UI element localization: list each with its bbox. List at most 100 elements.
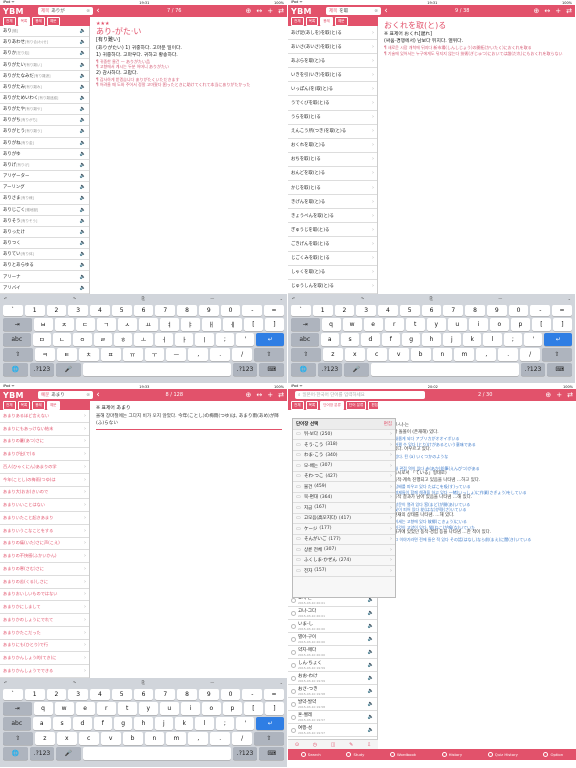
key-2-2[interactable]: ㄴ bbox=[52, 333, 72, 346]
list-item[interactable]: じゅうしんを取(と)る › bbox=[288, 280, 377, 294]
search-filter[interactable]: 예문 bbox=[41, 392, 49, 398]
key-1-9[interactable]: ㅐ bbox=[201, 318, 221, 331]
key-3-3[interactable]: c bbox=[78, 732, 99, 745]
key-0-0[interactable]: ` bbox=[3, 689, 23, 700]
tab-3[interactable]: 예문 bbox=[46, 17, 60, 26]
list-item[interactable]: あまりの苦(くる)しさに › bbox=[0, 576, 89, 589]
list-item[interactable]: あまりあるほど言えない › bbox=[0, 410, 89, 423]
checkbox[interactable] bbox=[291, 610, 296, 616]
wordbook-item[interactable]: ▭ そう·こう (318) › bbox=[293, 440, 395, 451]
nav-history[interactable]: History bbox=[441, 752, 462, 757]
speaker-icon[interactable]: 🔈 bbox=[80, 50, 86, 56]
list-item[interactable]: きょうべんを取(と)る › bbox=[288, 209, 377, 224]
list-item[interactable]: 百人(ひゃくにん)あまりの学 › bbox=[0, 461, 89, 474]
tab-3[interactable]: 단어 분류 bbox=[345, 401, 367, 410]
keyboard-tool-icon[interactable]: ↶ bbox=[4, 680, 7, 685]
list-item[interactable]: おちを取(と)る › bbox=[288, 153, 377, 167]
add-icon[interactable]: + bbox=[267, 391, 273, 399]
tab-1[interactable]: 목록 bbox=[305, 401, 319, 410]
key-0-11[interactable]: - bbox=[242, 305, 263, 316]
list-action-icon[interactable]: ✎ bbox=[349, 742, 353, 748]
key-0-2[interactable]: 2 bbox=[334, 305, 355, 316]
list-item[interactable]: あまりかのしょうにでれて › bbox=[0, 614, 89, 627]
wordbook-item[interactable]: ▭ ケージ (177) › bbox=[293, 524, 395, 535]
speaker-icon[interactable]: 🔈 bbox=[80, 39, 86, 45]
key-1-9[interactable]: o bbox=[489, 318, 509, 331]
key-1-12[interactable]: ] bbox=[552, 318, 572, 331]
list-item[interactable]: あまりかんしょうでできる › bbox=[0, 665, 89, 678]
key-2-5[interactable]: g bbox=[113, 717, 133, 730]
list-item[interactable]: あいさ(あいさ)を取(と)る › bbox=[288, 40, 377, 55]
history-item[interactable]: おさ-つき 2015-03-10 19:58 🔈 bbox=[288, 685, 377, 698]
back-arrow-icon[interactable]: ‹ bbox=[93, 390, 103, 400]
audio-icon[interactable]: ⊕ bbox=[246, 391, 252, 399]
checkbox[interactable] bbox=[291, 675, 296, 681]
key-1-12[interactable]: ] bbox=[264, 702, 284, 715]
list-item[interactable]: ありがたい[有り難い] 🔈 bbox=[0, 59, 89, 71]
key-3-8[interactable]: , bbox=[476, 348, 497, 361]
checkbox[interactable] bbox=[291, 688, 296, 694]
search-input[interactable]: 예문 あまり ⊗ bbox=[38, 391, 93, 399]
key-2-5[interactable]: g bbox=[401, 333, 421, 346]
keyboard-tool-icon[interactable]: ⎘ bbox=[142, 296, 145, 301]
key-4-4[interactable]: .?123 bbox=[232, 747, 258, 760]
list-item[interactable]: ありがたや[有り難や] 🔈 bbox=[0, 104, 89, 116]
list-item[interactable]: ありそう[有りそう] 🔈 bbox=[0, 216, 89, 227]
key-1-4[interactable]: r bbox=[384, 318, 404, 331]
list-item[interactable]: あまりかたこだった › bbox=[0, 627, 89, 640]
nav-option[interactable]: Option bbox=[543, 752, 563, 757]
key-1-4[interactable]: ㄱ bbox=[96, 318, 116, 331]
key-0-2[interactable]: 2 bbox=[46, 689, 67, 700]
list-action-icon[interactable]: ◷ bbox=[313, 742, 317, 748]
checkbox[interactable] bbox=[291, 649, 296, 655]
list-item[interactable]: あまりおいしいものではない › bbox=[0, 589, 89, 602]
key-0-8[interactable]: 8 bbox=[465, 305, 485, 316]
list-item[interactable]: じごくみを取(と)る › bbox=[288, 252, 377, 266]
key-2-8[interactable]: k bbox=[175, 717, 194, 730]
speaker-icon[interactable]: 🔈 bbox=[80, 151, 86, 157]
keyboard-tool-icon[interactable]: ⎘ bbox=[430, 296, 433, 301]
key-1-11[interactable]: [ bbox=[531, 318, 551, 331]
search-query[interactable]: を取 bbox=[339, 8, 348, 14]
history-item[interactable]: 고나-그다 2015-03-10 20:01 🔈 bbox=[288, 607, 377, 620]
key-3-0[interactable]: ⇧ bbox=[291, 348, 321, 361]
key-4-5[interactable]: ⌨ bbox=[547, 363, 573, 376]
list-item[interactable]: あまりいたこと起きあまり › bbox=[0, 512, 89, 525]
speaker-icon[interactable]: 🔈 bbox=[368, 701, 374, 707]
swap-icon[interactable]: ⇄ bbox=[278, 7, 284, 15]
nav-quiz-history[interactable]: Quiz History bbox=[487, 752, 518, 757]
key-4-1[interactable]: .?123 bbox=[29, 747, 55, 760]
key-0-4[interactable]: 4 bbox=[90, 689, 110, 700]
tab-2[interactable]: 단어장 분류 bbox=[320, 401, 344, 410]
key-2-0[interactable]: abc bbox=[3, 717, 31, 730]
key-1-2[interactable]: ㅈ bbox=[54, 318, 74, 331]
key-3-1[interactable]: z bbox=[322, 348, 343, 361]
key-1-10[interactable]: p bbox=[510, 318, 530, 331]
list-item[interactable]: ありがち[有りがち] 🔈 bbox=[0, 115, 89, 127]
resize-icon[interactable]: ↔ bbox=[544, 7, 550, 15]
tab-2[interactable]: 용례 bbox=[320, 17, 333, 26]
list-item[interactable]: あまり大(おお)きいので › bbox=[0, 487, 89, 500]
list-item[interactable]: おんどを取(と)る › bbox=[288, 167, 377, 182]
key-2-6[interactable]: h bbox=[134, 717, 153, 730]
key-1-4[interactable]: r bbox=[96, 702, 116, 715]
key-1-7[interactable]: ㅕ bbox=[159, 318, 179, 331]
key-0-8[interactable]: 8 bbox=[177, 305, 197, 316]
list-item[interactable]: あまりいいことはない › bbox=[0, 499, 89, 512]
checkbox[interactable] bbox=[291, 662, 296, 668]
key-0-10[interactable]: 0 bbox=[508, 305, 529, 316]
list-item[interactable]: あまりにもあっけない結末 › bbox=[0, 423, 89, 436]
key-2-3[interactable]: d bbox=[73, 717, 92, 730]
keyboard-tool-icon[interactable]: ⌄ bbox=[280, 296, 283, 301]
key-1-8[interactable]: i bbox=[468, 318, 488, 331]
add-icon[interactable]: + bbox=[267, 7, 273, 15]
key-1-9[interactable]: o bbox=[201, 702, 221, 715]
tab-2[interactable]: 용례 bbox=[32, 17, 45, 26]
list-item[interactable]: あまりの痛(いた)さに声(こえ) › bbox=[0, 538, 89, 551]
list-item[interactable]: ありがゆ 🔈 bbox=[0, 149, 89, 160]
list-item[interactable]: アリゲーター 🔈 bbox=[0, 171, 89, 183]
key-0-10[interactable]: 0 bbox=[220, 689, 241, 700]
key-1-0[interactable]: ⇥ bbox=[3, 318, 32, 331]
list-item[interactable]: ごきげんを取(と)る › bbox=[288, 237, 377, 252]
key-3-1[interactable]: ㅋ bbox=[34, 348, 55, 361]
